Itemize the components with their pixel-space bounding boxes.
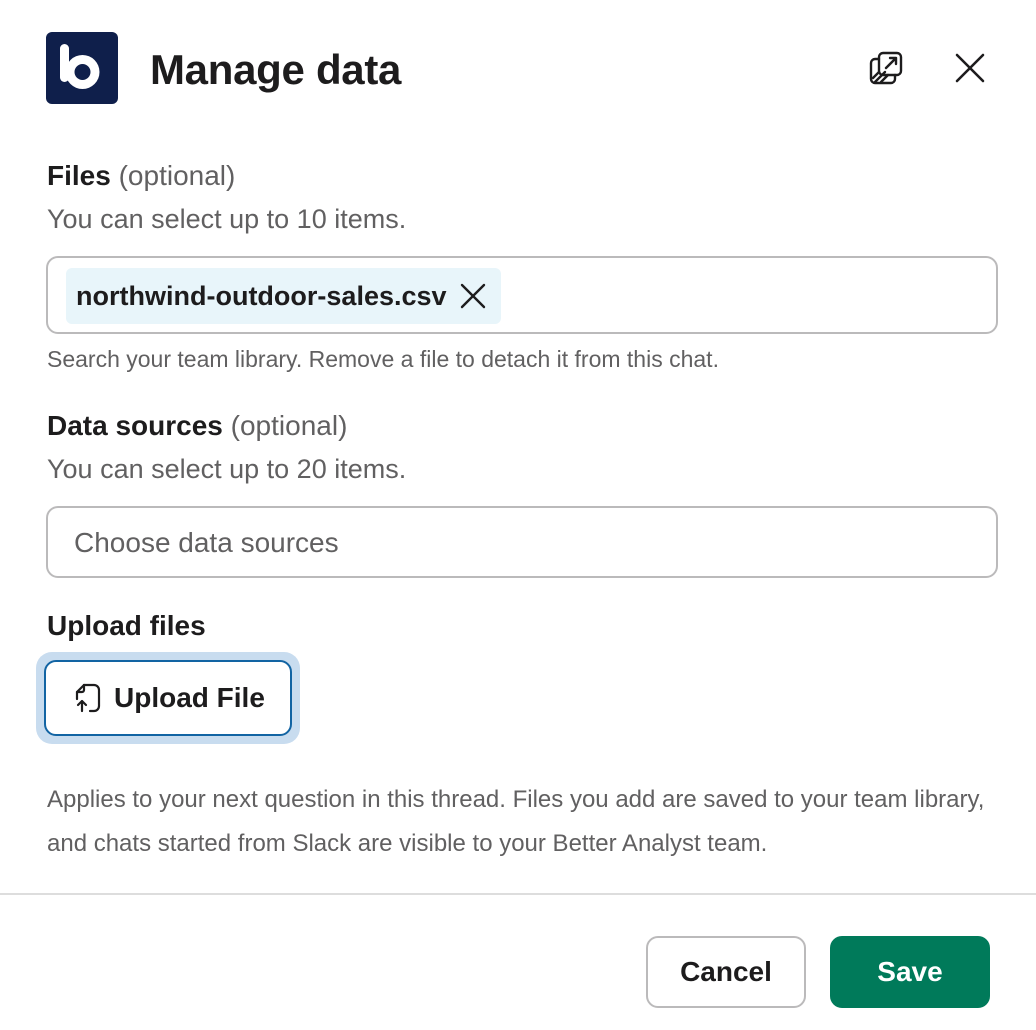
data-sources-placeholder: Choose data sources <box>74 527 339 558</box>
files-label-text: Files <box>47 160 111 191</box>
remove-file-icon[interactable] <box>459 282 487 310</box>
files-hint: You can select up to 10 items. <box>47 204 407 234</box>
selected-file-chip: northwind-outdoor-sales.csv <box>66 268 501 324</box>
footer-note: Applies to your next question in this th… <box>47 786 985 857</box>
file-upload-icon <box>74 683 102 713</box>
modal-title: Manage data <box>150 46 402 93</box>
cancel-button[interactable]: Cancel <box>646 936 806 1008</box>
files-label: Files (optional) <box>47 158 235 194</box>
data-sources-label: Data sources (optional) <box>47 408 347 444</box>
manage-data-modal: Manage data Files (optional) You can sel… <box>0 0 1036 1030</box>
save-button[interactable]: Save <box>830 936 990 1008</box>
footer-divider <box>0 893 1036 895</box>
data-sources-label-text: Data sources <box>47 410 223 441</box>
upload-file-button-label: Upload File <box>114 682 265 713</box>
upload-file-button[interactable]: Upload File <box>44 660 292 736</box>
files-select-field[interactable]: northwind-outdoor-sales.csv <box>46 256 998 334</box>
selected-file-name: northwind-outdoor-sales.csv <box>76 280 447 311</box>
data-sources-optional-text: (optional) <box>230 410 348 441</box>
files-help-text: Search your team library. Remove a file … <box>47 346 719 372</box>
better-analyst-logo-icon <box>46 32 118 104</box>
popout-icon[interactable] <box>862 44 910 92</box>
files-optional-text: (optional) <box>118 160 236 191</box>
data-sources-hint: You can select up to 20 items. <box>47 454 407 484</box>
upload-files-label: Upload files <box>47 610 206 641</box>
data-sources-select-field[interactable]: Choose data sources <box>46 506 998 578</box>
close-icon[interactable] <box>946 44 994 92</box>
